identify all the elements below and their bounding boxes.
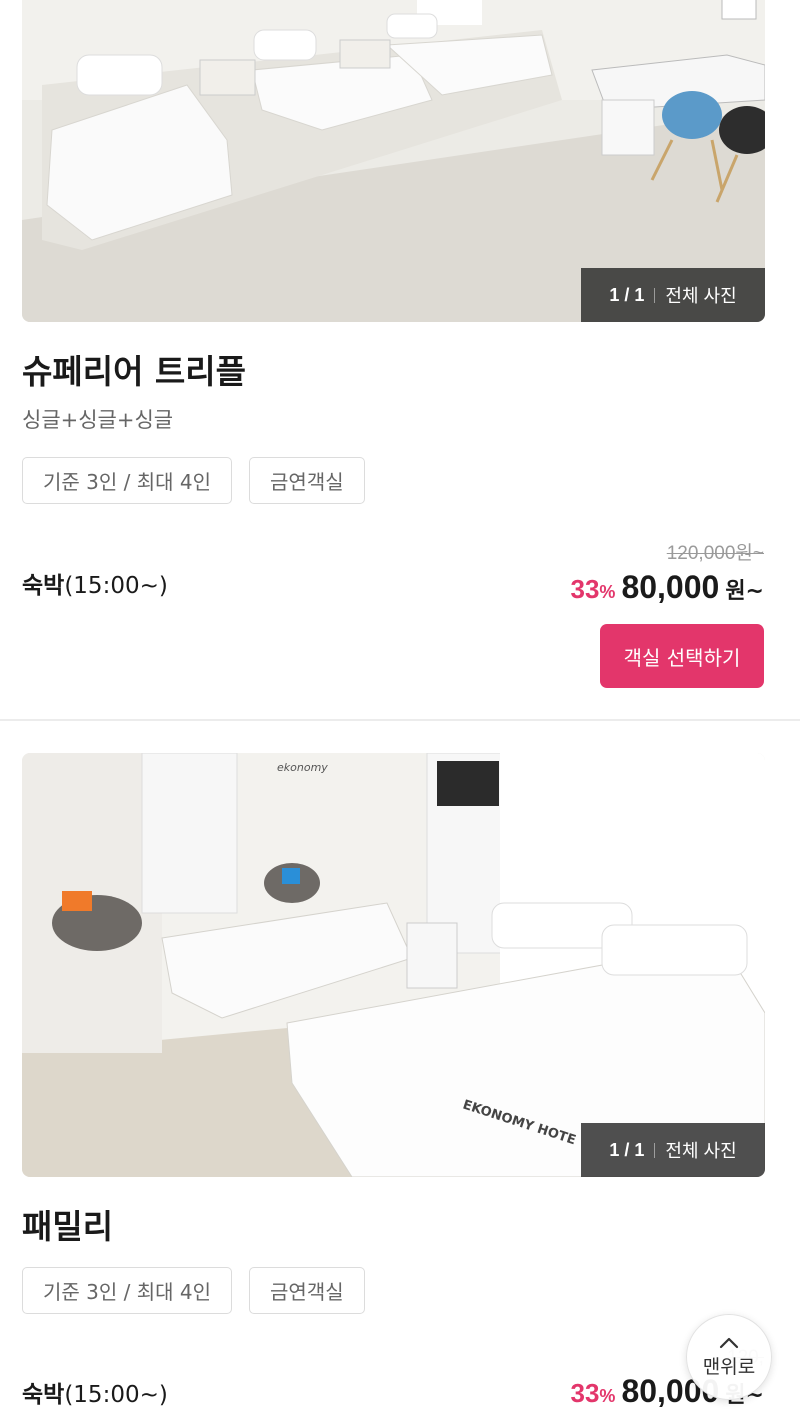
original-price: 120,000원~ (666, 543, 764, 564)
photo-counter: 1 / 1 (609, 284, 645, 305)
badge-divider (654, 1142, 656, 1158)
tag-capacity: 기준 3인 / 최대 4인 (22, 1267, 233, 1314)
room-photo[interactable]: ekonomy EKONOMY HOTE 1 / 1 전체 사진 (22, 753, 765, 1177)
room-photo[interactable]: 1 / 1 전체 사진 (22, 0, 765, 322)
badge-divider (654, 287, 656, 303)
discount-rate: 33% (570, 574, 616, 604)
chevron-up-icon (719, 1337, 739, 1348)
room-tags: 기준 3인 / 최대 4인 금연객실 (22, 1267, 365, 1314)
stay-label: 숙박 (22, 1382, 65, 1408)
sale-price: 80,000 (621, 569, 720, 605)
bed-type: 싱글+싱글+싱글 (22, 408, 174, 432)
room-title: 패밀리 (22, 1207, 114, 1246)
photo-counter-badge[interactable]: 1 / 1 전체 사진 (581, 1123, 765, 1177)
tag-capacity: 기준 3인 / 최대 4인 (22, 457, 233, 504)
scroll-to-top-button[interactable]: 맨위로 (686, 1314, 772, 1400)
price-unit: 원~ (725, 579, 764, 604)
discount-rate: 33% (570, 1378, 616, 1408)
photo-wall-sign: ekonomy (277, 761, 328, 774)
stay-time: (15:00~) (64, 573, 168, 599)
section-divider (0, 719, 800, 721)
photo-counter: 1 / 1 (609, 1139, 645, 1160)
tag-non-smoking: 금연객실 (249, 1267, 365, 1314)
stay-time: (15:00~) (64, 1382, 168, 1408)
tag-non-smoking: 금연객실 (249, 457, 365, 504)
room-title: 슈페리어 트리플 (22, 352, 247, 391)
price-block: 120,000원~ 33% 80,000 원~ (571, 538, 765, 606)
room-photo-image: ekonomy EKONOMY HOTE (22, 753, 765, 1177)
photo-counter-badge[interactable]: 1 / 1 전체 사진 (581, 268, 765, 322)
all-photos-link[interactable]: 전체 사진 (665, 1137, 736, 1163)
select-room-button[interactable]: 객실 선택하기 (600, 624, 764, 688)
stay-info: 숙박(15:00~) (22, 1375, 168, 1409)
stay-info: 숙박(15:00~) (22, 566, 168, 600)
room-tags: 기준 3인 / 최대 4인 금연객실 (22, 457, 365, 504)
stay-label: 숙박 (22, 573, 65, 599)
all-photos-link[interactable]: 전체 사진 (665, 282, 736, 308)
scroll-to-top-label: 맨위로 (702, 1355, 756, 1378)
